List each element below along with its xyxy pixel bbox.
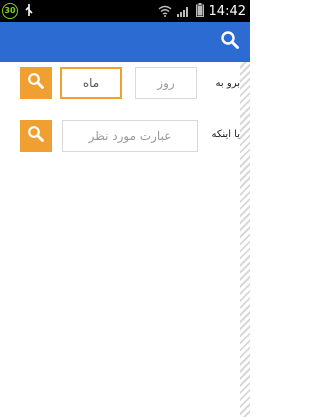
status-bar: 30 14:42 <box>0 0 250 22</box>
search-icon <box>27 125 45 147</box>
status-time: 14:42 <box>208 3 246 19</box>
signal-icon <box>176 2 191 21</box>
goto-label: برو به <box>215 78 240 89</box>
content-area <box>0 62 240 417</box>
wifi-icon <box>158 2 172 21</box>
status-left: 30 <box>2 2 34 20</box>
app-bar-search-button[interactable] <box>214 26 246 58</box>
battery-icon <box>195 2 204 21</box>
app-bar <box>0 22 250 62</box>
usb-icon <box>24 2 34 21</box>
go-search-button[interactable] <box>20 120 52 152</box>
side-stripe <box>240 62 250 417</box>
status-right: 14:42 <box>158 2 246 20</box>
search-icon <box>27 72 45 94</box>
or-label: یا اینکه <box>211 129 240 140</box>
go-date-button[interactable] <box>20 67 52 99</box>
day-field[interactable]: روز <box>135 67 197 99</box>
query-field[interactable]: عبارت مورد نظر <box>62 120 198 152</box>
month-field[interactable]: ماه <box>60 67 122 99</box>
notification-badge: 30 <box>2 3 18 19</box>
search-icon <box>220 30 240 54</box>
